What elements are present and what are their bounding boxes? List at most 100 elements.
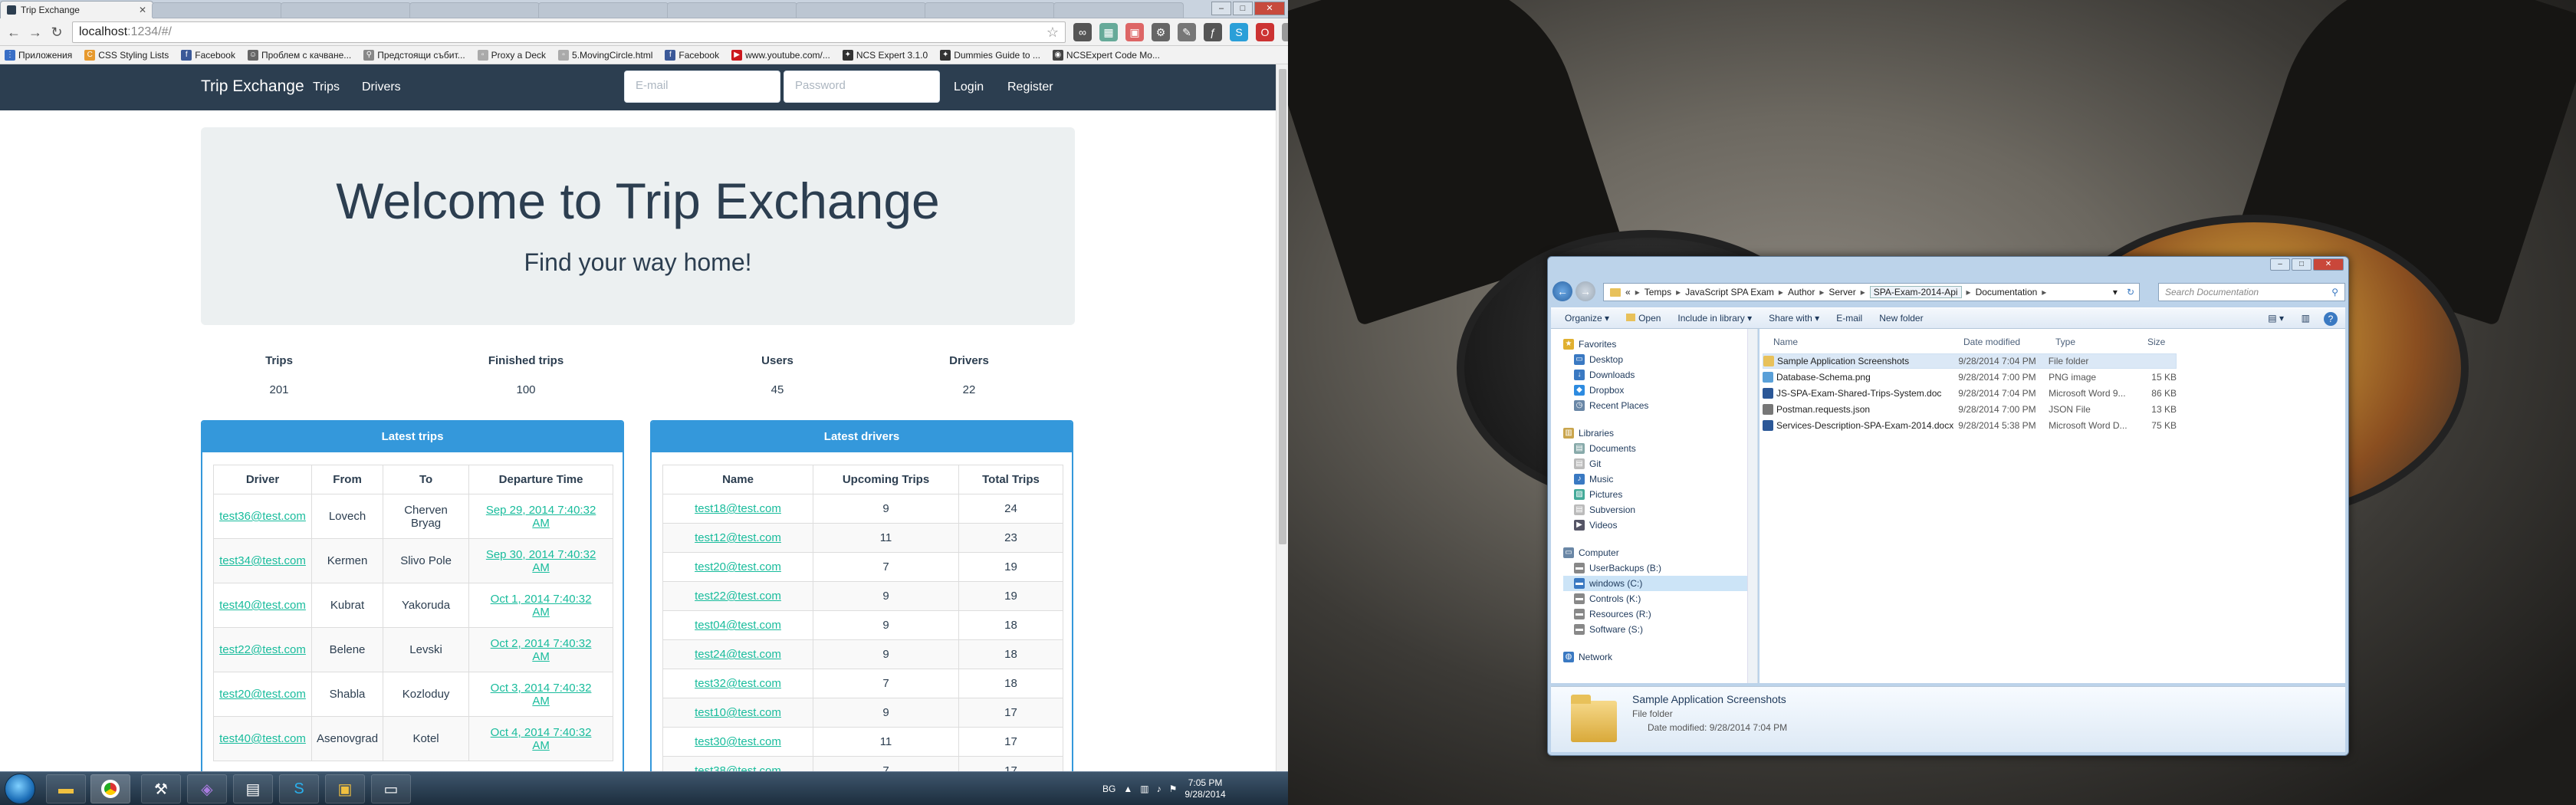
skype-icon[interactable]: S — [1230, 23, 1248, 41]
nav-libraries[interactable]: ▥ Libraries — [1563, 426, 1614, 441]
extension-icon[interactable]: ▦ — [1099, 23, 1118, 41]
bookmark-item[interactable]: ◉ NCSExpert Code Mo... — [1052, 49, 1160, 61]
language-indicator[interactable]: BG — [1102, 784, 1116, 794]
column-name[interactable]: Name — [1773, 337, 1798, 347]
driver-link[interactable]: test12@test.com — [695, 531, 781, 544]
file-row[interactable]: Sample Application Screenshots 9/28/2014 … — [1763, 353, 2177, 369]
background-tab[interactable] — [925, 2, 1055, 18]
formula-icon[interactable]: ƒ — [1204, 23, 1222, 41]
nav-item[interactable]: ▬ Controls (K:) — [1574, 591, 1641, 606]
help-icon[interactable]: ? — [2324, 312, 2338, 326]
close-tab-icon[interactable]: ✕ — [139, 5, 146, 15]
extension-icon[interactable]: ▣ — [1125, 23, 1144, 41]
nav-item[interactable]: ▤ Subversion — [1574, 502, 1635, 518]
bookmark-item[interactable]: ▫ 5.MovingCircle.html — [558, 49, 652, 61]
driver-link[interactable]: test30@test.com — [695, 735, 781, 748]
include-in-library-button[interactable]: Include in library ▾ — [1677, 313, 1752, 324]
site-brand[interactable]: Trip Exchange — [201, 77, 304, 96]
view-options-icon[interactable]: ▤ ▾ — [2268, 313, 2284, 324]
clock[interactable]: 7:05 PM 9/28/2014 — [1184, 777, 1225, 800]
network-icon[interactable]: ▥ — [1140, 784, 1148, 794]
taskbar-chrome-icon[interactable] — [90, 774, 130, 803]
scrollbar-thumb[interactable] — [1279, 69, 1286, 544]
bookmark-item[interactable]: f Facebook — [181, 49, 235, 61]
nav-favorites[interactable]: ★ Favorites — [1563, 337, 1616, 352]
maximize-icon[interactable]: □ — [2292, 258, 2312, 271]
driver-link[interactable]: test20@test.com — [219, 688, 306, 701]
start-button[interactable] — [5, 774, 35, 804]
email-field[interactable]: E-mail — [624, 71, 780, 103]
organize-button[interactable]: Organize ▾ — [1565, 313, 1609, 324]
tray-arrow-icon[interactable]: ▲ — [1123, 784, 1132, 794]
back-icon[interactable]: ← — [1552, 281, 1572, 301]
opera-icon[interactable]: O — [1256, 23, 1274, 41]
column-date-modified[interactable]: Date modified — [1963, 337, 2020, 347]
nav-network[interactable]: ◍ Network — [1563, 649, 1612, 665]
nav-item[interactable]: ↓ Downloads — [1574, 367, 1635, 383]
menu-icon[interactable]: ≡ — [1282, 23, 1288, 41]
minimize-icon[interactable]: – — [2270, 258, 2290, 271]
eyedropper-icon[interactable]: ✎ — [1178, 23, 1196, 41]
driver-link[interactable]: test18@test.com — [695, 502, 781, 515]
driver-link[interactable]: test04@test.com — [695, 619, 781, 632]
open-button[interactable]: Open — [1626, 313, 1661, 324]
nav-item[interactable]: ▨ Pictures — [1574, 487, 1622, 502]
file-row[interactable]: Postman.requests.json 9/28/2014 7:00 PM JS… — [1763, 402, 2177, 417]
nav-trips[interactable]: Trips — [313, 80, 340, 94]
forward-icon[interactable]: → — [26, 23, 44, 41]
bookmark-item[interactable]: ▫ Proxy a Deck — [477, 49, 546, 61]
glasses-extension-icon[interactable]: ∞ — [1073, 23, 1092, 41]
refresh-icon[interactable]: ↻ — [2127, 287, 2139, 297]
file-row[interactable]: Database-Schema.png 9/28/2014 7:00 PM PNG … — [1763, 370, 2177, 385]
bookmark-item[interactable]: ✦ NCS Expert 3.1.0 — [842, 49, 928, 61]
file-row[interactable]: Services-Description-SPA-Exam-2014.docx 9… — [1763, 418, 2177, 433]
taskbar-explorer-icon[interactable]: ▬ — [46, 774, 86, 803]
nav-item[interactable]: ▬ Software (S:) — [1574, 622, 1643, 637]
nav-item[interactable]: ▬ Resources (R:) — [1574, 606, 1651, 622]
close-icon[interactable]: ✕ — [2313, 258, 2344, 271]
bookmark-item[interactable]: C CSS Styling Lists — [84, 49, 169, 61]
back-icon[interactable]: ← — [5, 23, 23, 41]
flag-icon[interactable]: ⚑ — [1169, 784, 1178, 794]
background-tab[interactable] — [281, 2, 411, 18]
nav-item[interactable]: ◆ Dropbox — [1574, 383, 1624, 398]
driver-link[interactable]: test22@test.com — [695, 590, 781, 603]
nav-item[interactable]: ▤ Documents — [1574, 441, 1636, 456]
driver-link[interactable]: test38@test.com — [695, 764, 781, 771]
reload-icon[interactable]: ↻ — [48, 23, 66, 41]
background-tab[interactable] — [796, 2, 926, 18]
nav-item[interactable]: ♪ Music — [1574, 472, 1613, 487]
taskbar-folder-icon[interactable]: ▣ — [325, 774, 365, 803]
taskbar-tools-icon[interactable]: ⚒ — [141, 774, 181, 803]
taskbar-cmd-icon[interactable]: ▭ — [371, 774, 411, 803]
search-input[interactable]: Search Documentation ⚲ — [2158, 283, 2345, 301]
driver-link[interactable]: test34@test.com — [219, 554, 306, 567]
share-with-button[interactable]: Share with ▾ — [1769, 313, 1819, 324]
departure-link[interactable]: Oct 2, 2014 7:40:32 AM — [491, 637, 592, 663]
register-button[interactable]: Register — [1007, 80, 1053, 94]
driver-link[interactable]: test36@test.com — [219, 510, 306, 523]
taskbar-visual-studio-icon[interactable]: ◈ — [187, 774, 227, 803]
driver-link[interactable]: test20@test.com — [695, 560, 781, 573]
nav-scrollbar[interactable] — [1747, 329, 1757, 683]
bookmark-item[interactable]: ⚲ Предстоящи събит... — [363, 49, 465, 61]
departure-link[interactable]: Oct 1, 2014 7:40:32 AM — [491, 593, 592, 619]
nav-item[interactable]: ▬ UserBackups (B:) — [1574, 560, 1661, 576]
driver-link[interactable]: test24@test.com — [695, 648, 781, 661]
email-button[interactable]: E-mail — [1836, 313, 1862, 324]
nav-computer[interactable]: ▭ Computer — [1563, 545, 1619, 560]
nav-item[interactable]: ▤ Git — [1574, 456, 1601, 472]
login-button[interactable]: Login — [954, 80, 984, 94]
bookmark-item[interactable]: ▶ www.youtube.com/... — [731, 49, 830, 61]
driver-link[interactable]: test40@test.com — [219, 599, 306, 612]
driver-link[interactable]: test40@test.com — [219, 732, 306, 745]
departure-link[interactable]: Oct 4, 2014 7:40:32 AM — [491, 726, 592, 752]
driver-link[interactable]: test10@test.com — [695, 706, 781, 719]
background-tab[interactable] — [538, 2, 669, 18]
departure-link[interactable]: Oct 3, 2014 7:40:32 AM — [491, 682, 592, 708]
forward-icon[interactable]: → — [1576, 281, 1595, 301]
column-size[interactable]: Size — [2147, 337, 2165, 347]
driver-link[interactable]: test32@test.com — [695, 677, 781, 690]
taskbar-skype-icon[interactable]: S — [279, 774, 319, 803]
tab-trip-exchange[interactable]: Trip Exchange ✕ — [0, 1, 153, 18]
